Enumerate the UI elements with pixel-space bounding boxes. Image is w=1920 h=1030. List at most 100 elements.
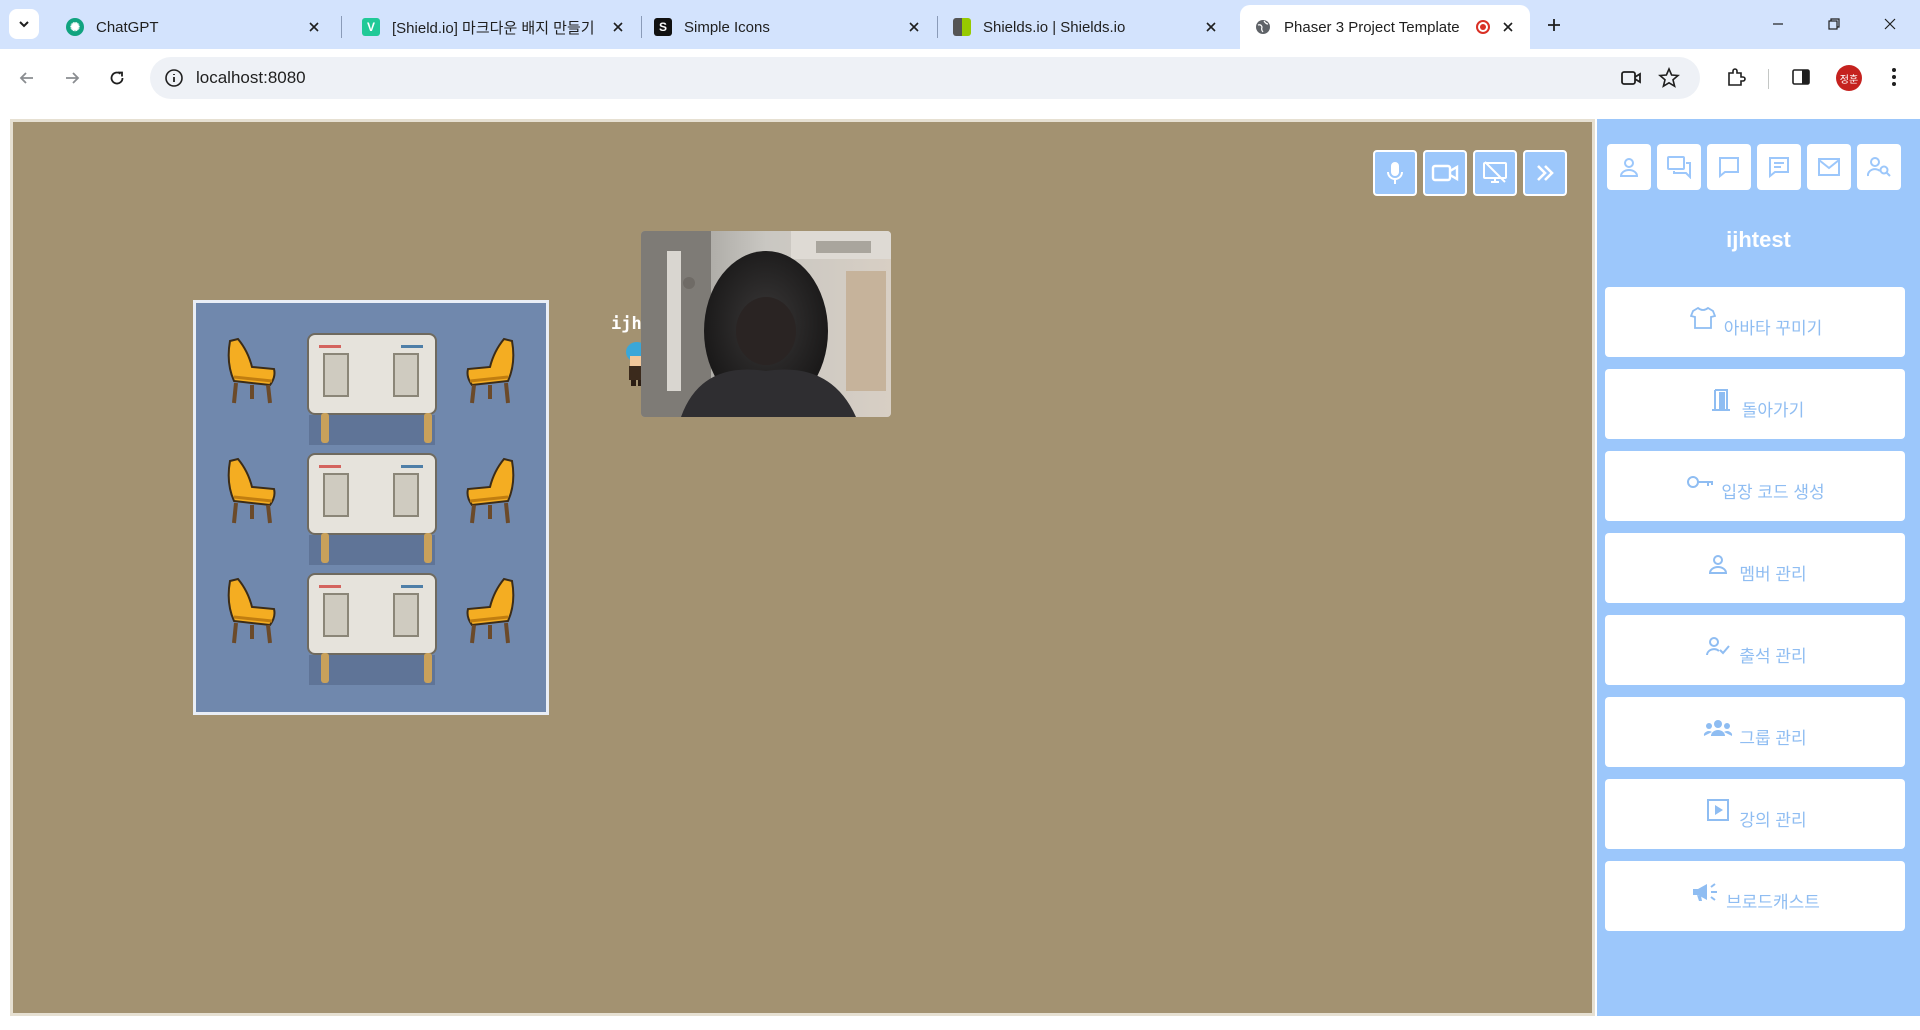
tab-title: [Shield.io] 마크다운 배지 만들기 bbox=[392, 19, 595, 37]
user-search-icon bbox=[1866, 157, 1891, 177]
person-check-icon bbox=[1703, 631, 1733, 661]
chair bbox=[458, 573, 518, 653]
globe-icon bbox=[1254, 18, 1272, 36]
play-square-icon bbox=[1703, 795, 1733, 825]
desk-leg bbox=[321, 533, 329, 563]
simple-icons-icon: S bbox=[654, 18, 672, 36]
sidebar: ijhtest 아바타 꾸미기 돌아가기 입장 코드 생성 멤버 관리 출석 관… bbox=[1597, 119, 1920, 1016]
tab-shields-velog[interactable]: V [Shield.io] 마크다운 배지 만들기 bbox=[342, 5, 640, 49]
profile-avatar[interactable]: 정훈 bbox=[1836, 65, 1862, 91]
extensions-icon[interactable] bbox=[1722, 63, 1750, 91]
chair bbox=[224, 573, 284, 653]
tab-strip: ✺ ChatGPT V [Shield.io] 마크다운 배지 만들기 S Si… bbox=[0, 0, 1920, 49]
site-info-icon[interactable] bbox=[164, 68, 184, 93]
sidebar-user-button[interactable] bbox=[1607, 144, 1651, 190]
reload-button[interactable] bbox=[100, 61, 134, 95]
plus-icon bbox=[1548, 19, 1560, 31]
new-tab-button[interactable] bbox=[1540, 11, 1568, 39]
tab-title: Simple Icons bbox=[684, 18, 770, 36]
minimize-button[interactable] bbox=[1760, 8, 1796, 40]
mail-icon bbox=[1818, 158, 1840, 176]
person-icon bbox=[1703, 549, 1733, 579]
chair bbox=[458, 333, 518, 413]
sidebar-user-search-button[interactable] bbox=[1857, 144, 1901, 190]
browser-toolbar: localhost:8080 정훈 bbox=[0, 49, 1920, 109]
chat-bubble-icon bbox=[1719, 157, 1739, 179]
screen-share-button[interactable] bbox=[1473, 150, 1517, 196]
camera-in-use-icon[interactable] bbox=[1620, 67, 1642, 89]
recording-icon bbox=[1476, 20, 1490, 34]
forward-button[interactable] bbox=[55, 61, 89, 95]
restore-button[interactable] bbox=[1816, 8, 1852, 40]
back-button[interactable] bbox=[10, 61, 44, 95]
camera-button[interactable] bbox=[1423, 150, 1467, 196]
mic-icon bbox=[1387, 162, 1403, 184]
bookmark-star-icon[interactable] bbox=[1658, 67, 1680, 89]
game-canvas[interactable]: ijhtest bbox=[10, 119, 1595, 1016]
chair bbox=[224, 333, 284, 413]
close-icon[interactable] bbox=[904, 17, 924, 37]
desk bbox=[307, 333, 437, 415]
go-back-button[interactable]: 돌아가기 bbox=[1605, 369, 1905, 439]
chats-icon bbox=[1667, 156, 1691, 179]
double-chevron-right-icon bbox=[1537, 165, 1554, 181]
address-bar[interactable]: localhost:8080 bbox=[150, 57, 1700, 99]
message-icon bbox=[1769, 157, 1789, 179]
desk-leg bbox=[321, 413, 329, 443]
url-text: localhost:8080 bbox=[196, 68, 306, 87]
arrow-right-icon bbox=[66, 72, 80, 84]
chevron-down-icon bbox=[19, 21, 29, 28]
tab-phaser[interactable]: Phaser 3 Project Template bbox=[1240, 5, 1530, 49]
key-icon bbox=[1685, 467, 1715, 497]
desk-leg bbox=[424, 533, 432, 563]
sidebar-chats-button[interactable] bbox=[1657, 144, 1701, 190]
screen-share-off-icon bbox=[1483, 161, 1507, 183]
sidebar-chat-button[interactable] bbox=[1707, 144, 1751, 190]
tab-title: Phaser 3 Project Template bbox=[1284, 18, 1460, 36]
member-manage-button[interactable]: 멤버 관리 bbox=[1605, 533, 1905, 603]
group-icon bbox=[1703, 713, 1733, 743]
tab-title: Shields.io | Shields.io bbox=[983, 18, 1126, 36]
desk-leg bbox=[424, 413, 432, 443]
close-icon[interactable] bbox=[608, 17, 628, 37]
webcam-video bbox=[641, 231, 891, 417]
page-content: ijhtest 아바타 꾸미기 돌아가기 입장 코드 생성 멤버 관리 출석 관… bbox=[0, 109, 1920, 1030]
group-manage-button[interactable]: 그룹 관리 bbox=[1605, 697, 1905, 767]
chair bbox=[458, 453, 518, 533]
tab-simple-icons[interactable]: S Simple Icons bbox=[634, 5, 936, 49]
side-panel-icon[interactable] bbox=[1787, 63, 1815, 91]
tab-chatgpt[interactable]: ✺ ChatGPT bbox=[46, 5, 336, 49]
desk-leg bbox=[424, 653, 432, 683]
classroom-area bbox=[193, 300, 549, 715]
lecture-manage-button[interactable]: 강의 관리 bbox=[1605, 779, 1905, 849]
close-icon bbox=[1884, 18, 1896, 30]
person-icon bbox=[1619, 158, 1639, 177]
tab-title: ChatGPT bbox=[96, 18, 159, 36]
megaphone-icon bbox=[1690, 877, 1720, 907]
sidebar-mail-button[interactable] bbox=[1807, 144, 1851, 190]
chair bbox=[224, 453, 284, 533]
chatgpt-icon: ✺ bbox=[66, 18, 84, 36]
close-icon[interactable] bbox=[304, 17, 324, 37]
broadcast-button[interactable]: 브로드캐스트 bbox=[1605, 861, 1905, 931]
toolbar-divider bbox=[1768, 69, 1769, 89]
close-icon[interactable] bbox=[1201, 17, 1221, 37]
mic-button[interactable] bbox=[1373, 150, 1417, 196]
create-entry-code-button[interactable]: 입장 코드 생성 bbox=[1605, 451, 1905, 521]
desk-leg bbox=[321, 653, 329, 683]
close-window-button[interactable] bbox=[1872, 8, 1908, 40]
sidebar-message-button[interactable] bbox=[1757, 144, 1801, 190]
tab-search-button[interactable] bbox=[9, 9, 39, 39]
collapse-sidebar-button[interactable] bbox=[1523, 150, 1567, 196]
menu-kebab-icon[interactable] bbox=[1880, 63, 1908, 91]
minimize-icon bbox=[1773, 23, 1783, 25]
restore-icon bbox=[1828, 18, 1840, 30]
desk bbox=[307, 453, 437, 535]
tab-shields-io[interactable]: Shields.io | Shields.io bbox=[933, 5, 1233, 49]
shields-icon bbox=[953, 18, 971, 36]
shirt-icon bbox=[1688, 303, 1718, 333]
attendance-manage-button[interactable]: 출석 관리 bbox=[1605, 615, 1905, 685]
close-icon[interactable] bbox=[1498, 17, 1518, 37]
video-camera-icon bbox=[1431, 164, 1459, 182]
avatar-customize-button[interactable]: 아바타 꾸미기 bbox=[1605, 287, 1905, 357]
